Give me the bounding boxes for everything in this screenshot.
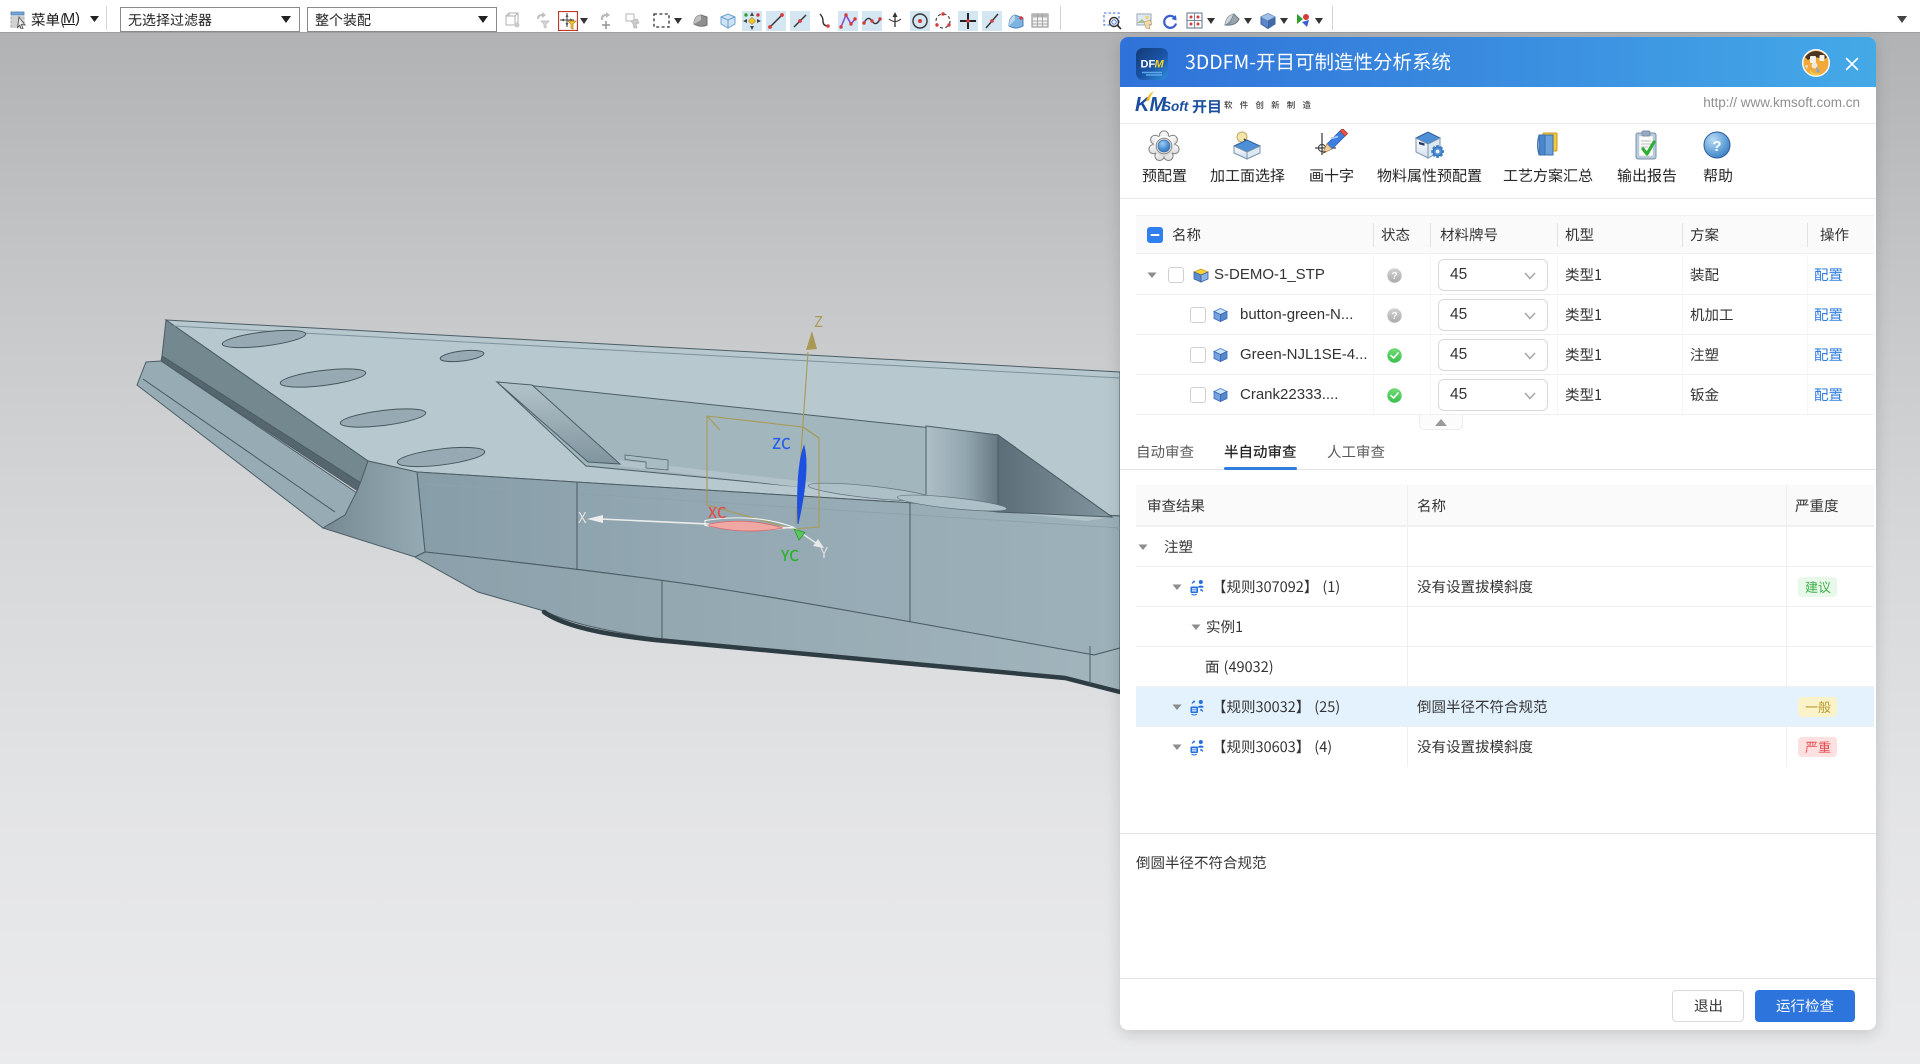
svg-text:?: ? — [1391, 271, 1397, 282]
svg-text:?: ? — [1712, 138, 1721, 155]
svg-text:DF: DF — [1141, 59, 1156, 71]
svg-text:M: M — [1155, 59, 1165, 71]
svg-text:?: ? — [1391, 311, 1397, 322]
